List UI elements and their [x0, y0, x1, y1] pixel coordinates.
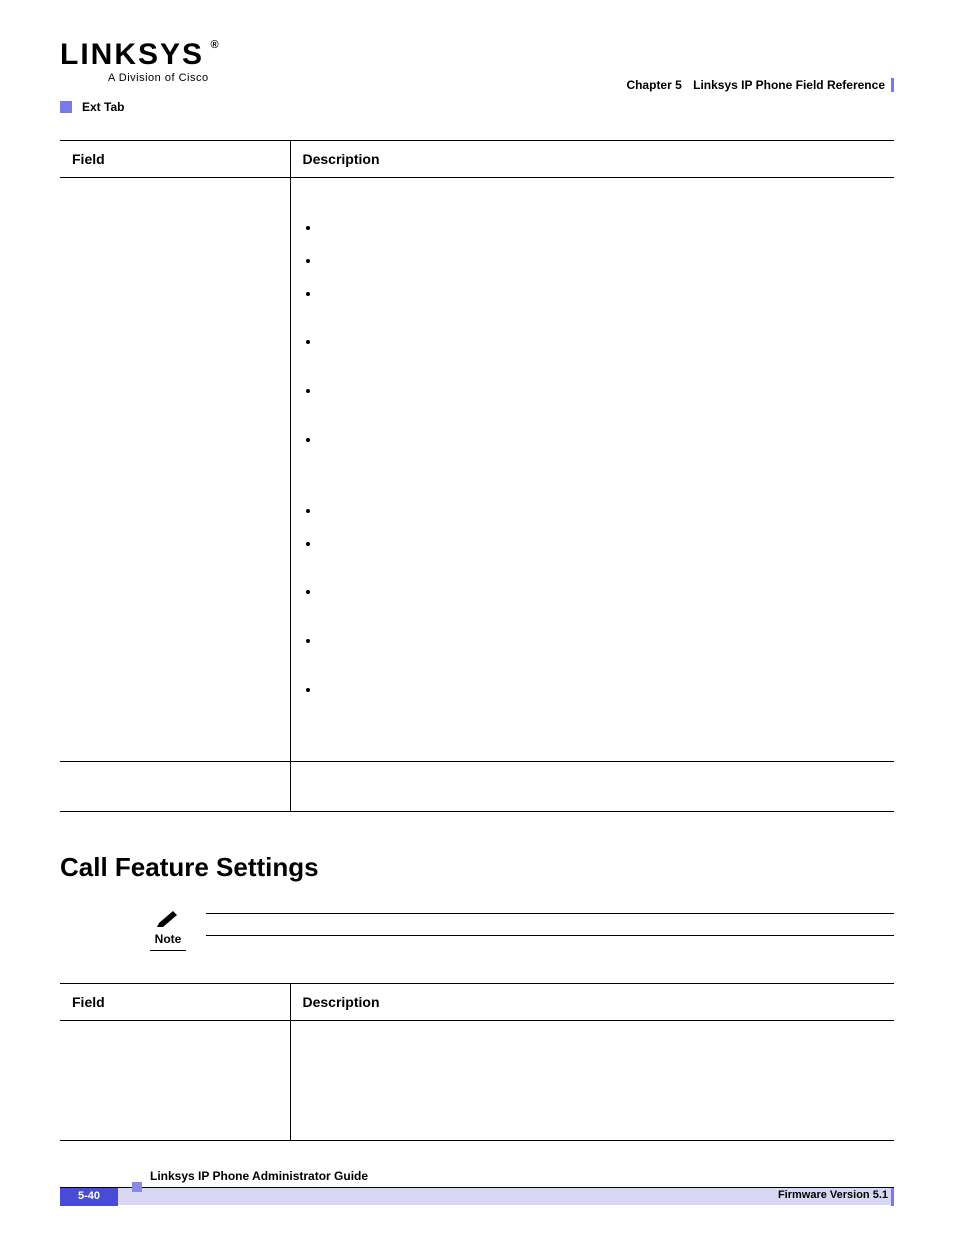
footer-right-marker	[891, 1188, 894, 1206]
field-table-1: Field Description	[60, 140, 894, 812]
list-item	[321, 218, 883, 239]
chapter-reference: Chapter 5 Linksys IP Phone Field Referen…	[626, 78, 894, 92]
pencil-icon	[155, 907, 181, 927]
note-label: Note	[150, 932, 186, 946]
bullet-list	[303, 208, 883, 751]
list-item	[321, 284, 883, 305]
field-cell	[60, 761, 290, 811]
field-table-2: Field Description	[60, 983, 894, 1141]
field-cell	[60, 178, 290, 762]
col-header-description: Description	[290, 141, 894, 178]
list-item	[321, 582, 883, 603]
list-item	[321, 680, 883, 701]
note-content	[206, 907, 894, 957]
page-number-badge: 5-40	[60, 1188, 118, 1206]
col-header-field: Field	[60, 141, 290, 178]
list-item	[321, 631, 883, 652]
list-item	[321, 251, 883, 272]
col-header-field: Field	[60, 983, 290, 1020]
table-row	[60, 178, 894, 762]
page-header: LINKSYS A Division of Cisco Chapter 5 Li…	[60, 40, 894, 100]
chapter-number: Chapter 5	[626, 78, 689, 92]
badge-marker-icon	[132, 1182, 142, 1192]
list-item	[321, 381, 883, 402]
tab-label: Ext Tab	[82, 100, 124, 114]
list-item	[321, 332, 883, 353]
footer-bar: 5-40 Firmware Version 5.1	[60, 1187, 894, 1205]
table-header-row: Field Description	[60, 141, 894, 178]
logo-subtitle: A Division of Cisco	[60, 72, 209, 84]
table-row	[60, 1020, 894, 1140]
logo: LINKSYS A Division of Cisco	[60, 40, 209, 84]
list-item	[321, 430, 883, 451]
section-heading: Call Feature Settings	[60, 852, 894, 883]
note-block: Note	[60, 907, 894, 957]
firmware-version: Firmware Version 5.1	[778, 1189, 894, 1201]
page-footer: Linksys IP Phone Administrator Guide 5-4…	[60, 1169, 894, 1205]
description-cell	[290, 1020, 894, 1140]
tab-indicator: Ext Tab	[60, 100, 894, 114]
note-line	[206, 913, 894, 935]
list-item	[321, 501, 883, 522]
note-icon-wrap: Note	[150, 907, 186, 951]
description-cell	[290, 178, 894, 762]
footer-guide-title: Linksys IP Phone Administrator Guide	[60, 1169, 894, 1187]
logo-main: LINKSYS	[60, 40, 209, 70]
tab-marker-icon	[60, 101, 72, 113]
col-header-description: Description	[290, 983, 894, 1020]
field-cell	[60, 1020, 290, 1140]
description-cell	[290, 761, 894, 811]
note-line	[206, 935, 894, 957]
table-header-row: Field Description	[60, 983, 894, 1020]
table-row	[60, 761, 894, 811]
chapter-title: Linksys IP Phone Field Reference	[693, 78, 885, 92]
list-item	[321, 534, 883, 555]
